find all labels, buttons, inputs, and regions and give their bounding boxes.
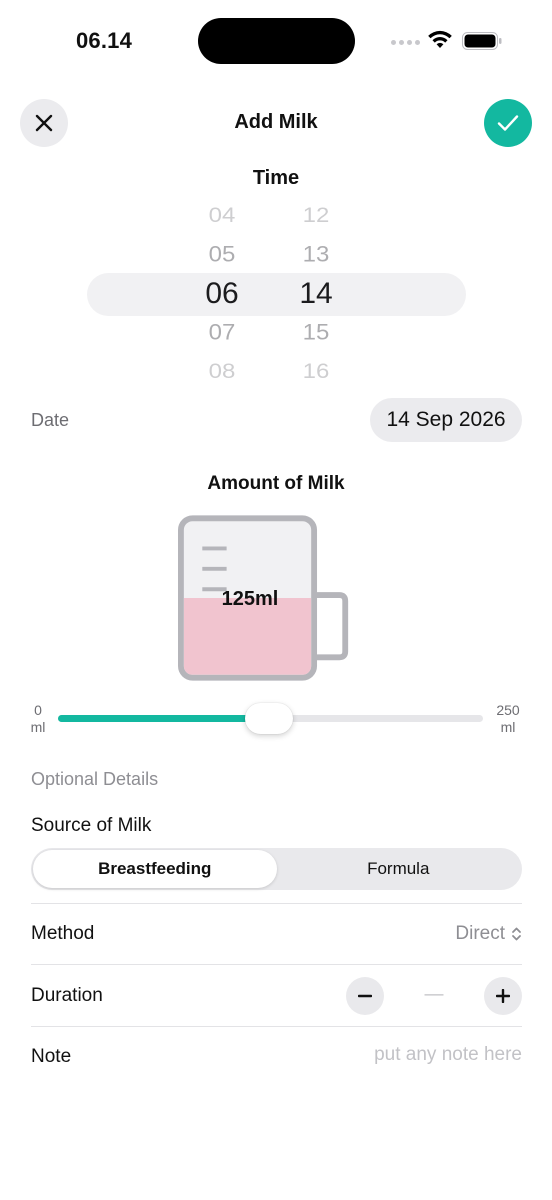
- hour-option[interactable]: 08: [182, 361, 262, 382]
- source-segmented-control[interactable]: Breastfeeding Formula: [31, 848, 522, 890]
- minute-option[interactable]: 12: [276, 205, 356, 226]
- minus-icon: [358, 994, 372, 998]
- divider: [31, 964, 522, 965]
- checkmark-icon: [497, 115, 519, 131]
- method-selector[interactable]: Direct: [380, 923, 522, 945]
- duration-increment-button[interactable]: [484, 977, 522, 1015]
- wifi-icon: [428, 30, 452, 48]
- hour-option[interactable]: 07: [182, 321, 262, 345]
- status-time: 06.14: [76, 28, 133, 53]
- amount-slider-fill: [58, 715, 269, 722]
- slider-min-label: 0 ml: [30, 702, 46, 735]
- time-picker[interactable]: 03040506070809 11121314151617: [0, 196, 552, 392]
- method-label: Method: [31, 923, 95, 944]
- hour-option[interactable]: 06: [182, 279, 262, 309]
- save-button[interactable]: [484, 99, 532, 147]
- time-label: Time: [252, 167, 300, 189]
- divider: [31, 903, 522, 904]
- chevron-up-down-icon: [512, 927, 521, 941]
- duration-label: Duration: [31, 985, 103, 1006]
- note-label: Note: [31, 1046, 72, 1067]
- segment-formula[interactable]: Formula: [277, 850, 521, 888]
- source-of-milk-label: Source of Milk: [31, 815, 152, 836]
- note-input[interactable]: [300, 1044, 522, 1066]
- minute-option[interactable]: 14: [276, 279, 356, 309]
- slider-max-label: 250 ml: [496, 702, 520, 735]
- minute-option[interactable]: 13: [276, 243, 356, 267]
- hour-option[interactable]: 04: [182, 205, 262, 226]
- amount-slider-thumb[interactable]: [244, 703, 293, 734]
- date-label: Date: [31, 410, 70, 430]
- divider: [31, 1026, 522, 1027]
- minute-option[interactable]: 16: [276, 361, 356, 382]
- method-value: Direct: [455, 923, 505, 944]
- plus-icon: [496, 989, 510, 1003]
- page-title: Add Milk: [234, 111, 318, 133]
- amount-value: 125ml: [221, 588, 279, 610]
- date-picker-button[interactable]: 14 Sep 2026: [370, 398, 522, 442]
- duration-decrement-button[interactable]: [346, 977, 384, 1015]
- hour-option[interactable]: 05: [182, 243, 262, 267]
- battery-icon: [462, 32, 502, 50]
- optional-details-heading: Optional Details: [31, 769, 159, 789]
- dynamic-island: [198, 18, 355, 64]
- duration-value: —: [424, 984, 444, 1005]
- amount-label: Amount of Milk: [207, 473, 345, 494]
- segment-breastfeeding[interactable]: Breastfeeding: [33, 850, 277, 888]
- cellular-signal-icon: [391, 40, 421, 46]
- minute-option[interactable]: 15: [276, 321, 356, 345]
